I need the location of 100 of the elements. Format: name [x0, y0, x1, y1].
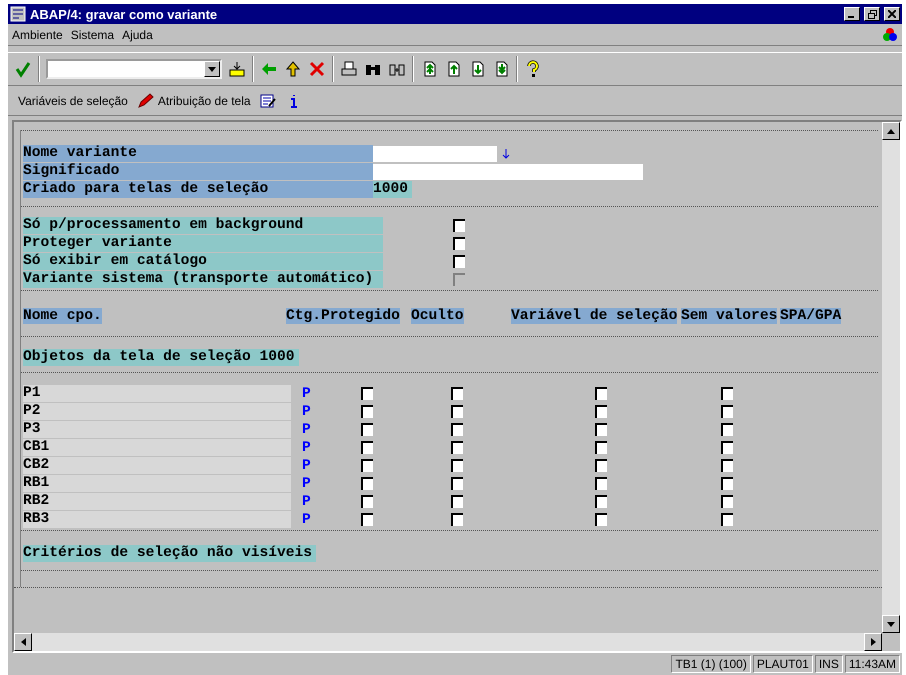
table-cell: RB1 — [23, 475, 291, 492]
section-title: Objetos da tela de seleção 1000 — [23, 349, 298, 366]
menu-item[interactable]: Sistema — [70, 28, 114, 42]
scroll-right-icon[interactable] — [870, 638, 876, 646]
checkbox[interactable] — [453, 219, 465, 232]
field-value: 1000 — [373, 181, 412, 198]
option-label: Só exibir em catálogo — [23, 253, 383, 270]
table-cell: RB2 — [23, 493, 291, 510]
checkbox[interactable] — [721, 495, 733, 508]
cancel-icon[interactable] — [308, 60, 326, 78]
dropdown-icon[interactable] — [208, 66, 216, 72]
checkbox[interactable] — [453, 255, 465, 268]
input-field[interactable] — [373, 146, 497, 162]
scroll-up-icon[interactable] — [887, 128, 895, 134]
field-label: Criado para telas de seleção — [23, 181, 373, 198]
checkbox[interactable] — [451, 513, 463, 526]
column-header: SPA/GPA — [780, 308, 842, 324]
checkbox[interactable] — [721, 459, 733, 472]
close-button[interactable] — [884, 7, 900, 21]
checkbox[interactable] — [361, 495, 373, 508]
pencil-icon — [136, 92, 154, 110]
column-header: Variável de seleção — [511, 308, 678, 324]
checkbox[interactable] — [595, 387, 607, 400]
checkbox[interactable] — [721, 423, 733, 436]
column-header: Oculto — [411, 308, 464, 324]
checkbox[interactable] — [595, 423, 607, 436]
table-cell: P — [302, 494, 311, 510]
table-cell: CB2 — [23, 457, 291, 474]
scroll-down-icon[interactable] — [887, 622, 895, 626]
close-icon — [888, 10, 896, 18]
checkbox[interactable] — [361, 405, 373, 418]
status-field: PLAUT01 — [752, 655, 813, 673]
option-label: Só p/processamento em background — [23, 217, 383, 234]
checkbox[interactable] — [453, 237, 465, 250]
checkbox[interactable] — [451, 495, 463, 508]
table-cell: P — [302, 404, 311, 420]
status-field: 11:43AM — [844, 655, 900, 673]
option-label: Proteger variante — [23, 235, 383, 252]
restore-button[interactable] — [864, 7, 880, 21]
toolbar-button[interactable]: Atribuição de tela — [136, 92, 251, 110]
option-label: Variante sistema (transporte automático) — [23, 271, 383, 288]
menu-item[interactable]: Ajuda — [122, 28, 153, 42]
menu-item[interactable]: Ambiente — [12, 28, 63, 42]
table-cell: P — [302, 476, 311, 492]
print-icon[interactable] — [340, 60, 358, 78]
table-cell: P — [302, 386, 311, 402]
checkmark-icon[interactable] — [14, 60, 32, 78]
checkbox[interactable] — [451, 387, 463, 400]
checkbox[interactable] — [595, 405, 607, 418]
checkbox[interactable] — [451, 423, 463, 436]
checkbox[interactable] — [451, 441, 463, 454]
command-field[interactable] — [46, 59, 222, 79]
column-header: Nome cpo. — [23, 308, 102, 324]
checkbox[interactable] — [595, 441, 607, 454]
horizontal-scrollbar[interactable] — [14, 633, 882, 651]
checkbox[interactable] — [361, 459, 373, 472]
checkbox[interactable] — [361, 513, 373, 526]
table-cell: P — [302, 440, 311, 456]
table-cell: P1 — [23, 385, 291, 402]
scroll-left-icon[interactable] — [20, 638, 26, 646]
toolbar-button[interactable]: Variáveis de seleção — [18, 94, 128, 108]
checkbox[interactable] — [361, 423, 373, 436]
field-label: Nome variante — [23, 145, 373, 162]
checkbox[interactable] — [595, 477, 607, 490]
checkbox[interactable] — [361, 387, 373, 400]
color-wheel-icon — [882, 26, 898, 42]
window-title: ABAP/4: gravar como variante — [30, 6, 218, 22]
minimize-button[interactable] — [844, 7, 860, 21]
checkbox[interactable] — [451, 459, 463, 472]
checkbox[interactable] — [595, 459, 607, 472]
down-arrow-icon[interactable] — [501, 148, 511, 160]
table-cell: P3 — [23, 421, 291, 438]
up-arrow-icon[interactable] — [284, 60, 302, 78]
checkbox[interactable] — [451, 405, 463, 418]
table-cell: P — [302, 422, 311, 438]
status-field: INS — [814, 655, 843, 673]
checkbox[interactable] — [721, 513, 733, 526]
checkbox[interactable] — [361, 441, 373, 454]
checkbox[interactable] — [595, 513, 607, 526]
table-cell: CB1 — [23, 439, 291, 456]
status-field: TB1 (1) (100) — [671, 655, 751, 673]
list-edit-icon[interactable] — [258, 92, 277, 110]
restore-icon — [868, 10, 876, 18]
table-cell: P — [302, 512, 311, 528]
column-header: Sem valores — [681, 308, 778, 324]
checkbox[interactable] — [721, 405, 733, 418]
checkbox[interactable] — [721, 441, 733, 454]
input-field[interactable] — [373, 164, 643, 180]
checkbox[interactable] — [721, 477, 733, 490]
table-cell: P — [302, 458, 311, 474]
tray-icon[interactable] — [228, 60, 246, 78]
column-header: Ctg.Protegido — [286, 308, 400, 324]
checkbox[interactable] — [721, 387, 733, 400]
table-cell: P2 — [23, 403, 291, 420]
section-title: Critérios de seleção não visíveis — [23, 545, 316, 562]
table-cell: RB3 — [23, 511, 291, 528]
vertical-scrollbar[interactable] — [882, 122, 900, 633]
checkbox[interactable] — [361, 477, 373, 490]
checkbox[interactable] — [595, 495, 607, 508]
checkbox[interactable] — [451, 477, 463, 490]
